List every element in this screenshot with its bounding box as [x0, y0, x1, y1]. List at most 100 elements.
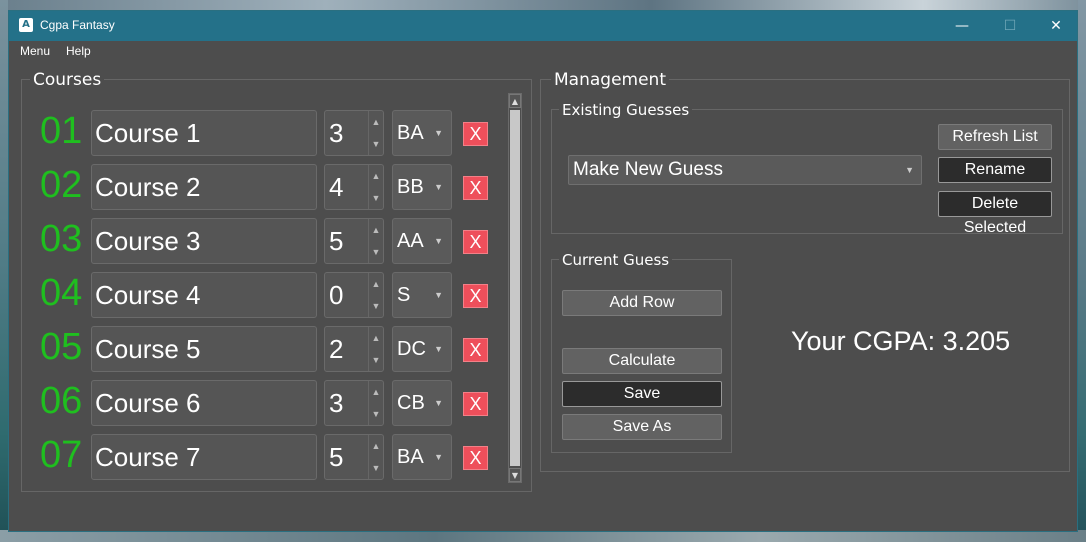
menu-menu[interactable]: Menu [20, 44, 50, 58]
spin-up-icon[interactable]: ▲ [368, 219, 383, 241]
add-row-button[interactable]: Add Row [562, 290, 722, 316]
delete-row-button[interactable]: X [463, 176, 488, 200]
course-row: 04 Course 4 0 ▲ ▼ S ▼ X [22, 270, 502, 318]
rename-button[interactable]: Rename [938, 157, 1052, 183]
grade-select[interactable]: CB ▼ [392, 380, 452, 426]
spin-up-icon[interactable]: ▲ [368, 273, 383, 295]
row-number: 03 [40, 218, 83, 260]
desktop-background-top [0, 0, 1086, 10]
guess-select[interactable]: Make New Guess ▼ [568, 155, 922, 185]
course-name-input[interactable]: Course 1 [91, 110, 317, 156]
delete-row-button[interactable]: X [463, 392, 488, 416]
spin-up-icon[interactable]: ▲ [368, 327, 383, 349]
course-name-input[interactable]: Course 6 [91, 380, 317, 426]
grade-value: BB [397, 176, 424, 198]
guess-select-value: Make New Guess [573, 159, 723, 180]
spin-down-icon[interactable]: ▼ [368, 133, 383, 155]
course-row: 07 Course 7 5 ▲ ▼ BA ▼ X [22, 432, 502, 480]
spin-down-icon[interactable]: ▼ [368, 403, 383, 425]
row-number: 07 [40, 434, 83, 476]
credit-value: 2 [329, 334, 344, 364]
course-name-input[interactable]: Course 4 [91, 272, 317, 318]
chevron-down-icon: ▼ [434, 452, 443, 462]
minimize-button[interactable]: — [939, 11, 985, 41]
courses-group: Courses 01 Course 1 3 ▲ ▼ BA ▼ X 02 Course … [21, 70, 532, 492]
menu-bar: Menu Help [9, 41, 1077, 61]
grade-select[interactable]: BA ▼ [392, 434, 452, 480]
delete-row-button[interactable]: X [463, 230, 488, 254]
spin-up-icon[interactable]: ▲ [368, 165, 383, 187]
spin-down-icon[interactable]: ▼ [368, 349, 383, 371]
spin-down-icon[interactable]: ▼ [368, 457, 383, 479]
course-name-input[interactable]: Course 3 [91, 218, 317, 264]
spin-up-icon[interactable]: ▲ [368, 111, 383, 133]
refresh-list-button[interactable]: Refresh List [938, 124, 1052, 150]
course-name-input[interactable]: Course 7 [91, 434, 317, 480]
save-as-button[interactable]: Save As [562, 414, 722, 440]
credit-value: 3 [329, 388, 344, 418]
management-title: Management [551, 70, 669, 90]
current-guess-title: Current Guess [559, 251, 673, 269]
credit-spinbox[interactable]: 5 ▲ ▼ [324, 218, 384, 264]
chevron-down-icon: ▼ [434, 344, 443, 354]
row-number: 04 [40, 272, 83, 314]
grade-select[interactable]: DC ▼ [392, 326, 452, 372]
title-bar[interactable]: A Cgpa Fantasy — ☐ ✕ [9, 11, 1077, 41]
credit-value: 5 [329, 226, 344, 256]
credit-value: 5 [329, 442, 344, 472]
spin-down-icon[interactable]: ▼ [368, 187, 383, 209]
row-number: 05 [40, 326, 83, 368]
scroll-down-icon[interactable]: ▼ [509, 468, 521, 482]
grade-value: S [397, 284, 411, 306]
window-title: Cgpa Fantasy [40, 18, 115, 32]
delete-row-button[interactable]: X [463, 338, 488, 362]
credit-spinbox[interactable]: 4 ▲ ▼ [324, 164, 384, 210]
credit-spinbox[interactable]: 0 ▲ ▼ [324, 272, 384, 318]
delete-row-button[interactable]: X [463, 122, 488, 146]
grade-value: AA [397, 230, 424, 252]
spin-up-icon[interactable]: ▲ [368, 435, 383, 457]
row-number: 01 [40, 110, 83, 152]
credit-spinbox[interactable]: 3 ▲ ▼ [324, 380, 384, 426]
save-button[interactable]: Save [562, 381, 722, 407]
credit-spinbox[interactable]: 2 ▲ ▼ [324, 326, 384, 372]
course-row: 05 Course 5 2 ▲ ▼ DC ▼ X [22, 324, 502, 372]
app-window: A Cgpa Fantasy — ☐ ✕ Menu Help Courses 0… [8, 10, 1078, 532]
credit-value: 0 [329, 280, 344, 310]
management-group: Management Existing Guesses Make New Gue… [540, 70, 1070, 472]
delete-row-button[interactable]: X [463, 446, 488, 470]
course-row: 02 Course 2 4 ▲ ▼ BB ▼ X [22, 162, 502, 210]
grade-select[interactable]: BA ▼ [392, 110, 452, 156]
course-name-input[interactable]: Course 2 [91, 164, 317, 210]
courses-scrollbar[interactable]: ▲ ▼ [508, 93, 522, 483]
scroll-up-icon[interactable]: ▲ [509, 94, 521, 108]
current-guess-group: Current Guess Add Row Calculate Save Sav… [551, 251, 732, 453]
grade-value: DC [397, 338, 426, 360]
maximize-button[interactable]: ☐ [987, 11, 1033, 41]
credit-spinbox[interactable]: 3 ▲ ▼ [324, 110, 384, 156]
delete-row-button[interactable]: X [463, 284, 488, 308]
grade-select[interactable]: BB ▼ [392, 164, 452, 210]
grade-select[interactable]: AA ▼ [392, 218, 452, 264]
grade-value: BA [397, 122, 424, 144]
close-button[interactable]: ✕ [1033, 11, 1079, 41]
scrollbar-thumb[interactable] [510, 110, 520, 466]
spin-down-icon[interactable]: ▼ [368, 241, 383, 263]
grade-value: BA [397, 446, 424, 468]
course-name-input[interactable]: Course 5 [91, 326, 317, 372]
credit-spinbox[interactable]: 5 ▲ ▼ [324, 434, 384, 480]
spin-down-icon[interactable]: ▼ [368, 295, 383, 317]
delete-selected-button[interactable]: Delete Selected [938, 191, 1052, 236]
credit-value: 3 [329, 118, 344, 148]
course-row: 06 Course 6 3 ▲ ▼ CB ▼ X [22, 378, 502, 426]
grade-value: CB [397, 392, 425, 414]
desktop-background-right [1078, 0, 1086, 542]
app-icon: A [19, 18, 33, 32]
grade-select[interactable]: S ▼ [392, 272, 452, 318]
row-number: 02 [40, 164, 83, 206]
row-number: 06 [40, 380, 83, 422]
calculate-button[interactable]: Calculate [562, 348, 722, 374]
menu-help[interactable]: Help [66, 44, 91, 58]
spin-up-icon[interactable]: ▲ [368, 381, 383, 403]
cgpa-result: Your CGPA: 3.205 [791, 326, 1011, 356]
